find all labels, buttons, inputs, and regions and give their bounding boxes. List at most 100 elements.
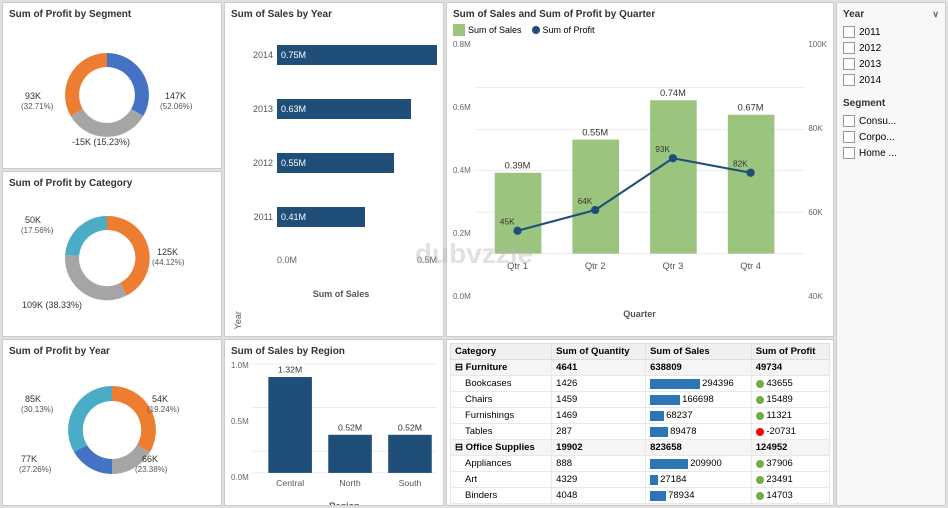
cell-chairs-profit: 15489 [751, 392, 829, 408]
year-dropdown-icon[interactable]: ∨ [932, 9, 939, 20]
cell-binders-profit: 14703 [751, 488, 829, 504]
cell-total-name: Total [451, 504, 552, 506]
x-label-0: 0.0M [277, 255, 297, 265]
x-label-qtr1: Qtr 1 [507, 261, 528, 271]
row-office-supplies: ⊟ Office Supplies 19902 823658 124952 [451, 440, 830, 456]
cell-appliances-qty: 888 [552, 456, 646, 472]
seg-sublabel-1: (32.71%) [21, 102, 54, 111]
filter-seg-corporate[interactable]: Corpo... [843, 129, 939, 145]
col-sales: Sum of Sales [646, 344, 752, 360]
region-chart-svg: 1.32M 0.52M 0.52M Central North South [252, 361, 437, 498]
checkbox-2011[interactable] [843, 26, 855, 38]
seg-consumer-label: Consu... [859, 116, 896, 127]
cell-office-supplies-profit: 124952 [751, 440, 829, 456]
checkbox-2012[interactable] [843, 42, 855, 54]
filter-year-title: Year ∨ [843, 9, 939, 20]
row-binders: Binders 4048 78934 14703 [451, 488, 830, 504]
checkbox-consumer[interactable] [843, 115, 855, 127]
cell-furniture-profit: 49734 [751, 360, 829, 376]
profit-dot-qtr2 [591, 206, 599, 214]
filter-seg-consumer[interactable]: Consu... [843, 113, 939, 129]
profit-dot-qtr4 [746, 169, 754, 177]
filter-year-2013[interactable]: 2013 [843, 56, 939, 72]
profit-label-qtr1: 45K [500, 218, 515, 227]
year-label-1: 85K [25, 394, 41, 404]
year-sublabel-1: (30.13%) [21, 405, 54, 414]
panel-profit-segment-title: Sum of Profit by Segment [9, 9, 215, 20]
cell-tables-profit: -20731 [751, 424, 829, 440]
bar-south [388, 435, 432, 473]
region-x-central: Central [276, 478, 304, 488]
legend-profit: Sum of Profit [532, 24, 595, 36]
legend-sales-label: Sum of Sales [468, 25, 522, 35]
bar-2012: 0.55M [277, 153, 394, 173]
panel-sales-year: Sum of Sales by Year Year 2014 0.75M 201… [224, 2, 444, 337]
table-body: ⊟ Furniture 4641 638809 49734 Bookcases … [451, 360, 830, 506]
bar-row-2011: 2011 0.41M [245, 202, 437, 232]
col-category: Category [451, 344, 552, 360]
year-label-4: 77K [21, 454, 37, 464]
cell-chairs-sales: 166698 [646, 392, 752, 408]
bar-qtr1 [495, 173, 542, 254]
row-art: Art 4329 27184 23491 [451, 472, 830, 488]
row-tables: Tables 287 89478 -20731 [451, 424, 830, 440]
cell-binders-qty: 4048 [552, 488, 646, 504]
cell-furniture-name: ⊟ Furniture [451, 360, 552, 376]
cell-total-profit: 283240 [751, 504, 829, 506]
sales-year-x-axis-title: Sum of Sales [245, 289, 437, 299]
cell-art-sales: 27184 [646, 472, 752, 488]
checkbox-2013[interactable] [843, 58, 855, 70]
year-2012-label: 2012 [859, 43, 881, 54]
bar-row-2013: 2013 0.63M [245, 94, 437, 124]
bar-label-qtr4: 0.67M [737, 103, 763, 113]
row-total: Total 30354 2348482 283240 [451, 504, 830, 506]
seg-corporate-label: Corpo... [859, 132, 895, 143]
legend-profit-label: Sum of Profit [543, 25, 595, 35]
cell-chairs-qty: 1459 [552, 392, 646, 408]
sales-data-table: Category Sum of Quantity Sum of Sales Su… [450, 343, 830, 506]
region-x-axis-title: Region [252, 501, 437, 506]
panel-filters: Year ∨ 2011 2012 2013 2014 Segment [836, 2, 946, 506]
panel-quarter-title: Sum of Sales and Sum of Profit by Quarte… [453, 9, 827, 20]
cell-appliances-sales: 209900 [646, 456, 752, 472]
year-sublabel-3: (23.38%) [135, 465, 168, 474]
bar-label-2012: 2012 [245, 158, 273, 168]
cell-office-supplies-sales: 823658 [646, 440, 752, 456]
panel-sales-region-title: Sum of Sales by Region [231, 346, 437, 357]
bar-label-2011: 2011 [245, 212, 273, 222]
bar-2014: 0.75M [277, 45, 437, 65]
checkbox-2014[interactable] [843, 74, 855, 86]
checkbox-home[interactable] [843, 147, 855, 159]
filter-year-2012[interactable]: 2012 [843, 40, 939, 56]
donut-segment-chart: 93K (32.71%) 147K (52.06%) -15K (15.23%) [17, 37, 207, 147]
year-2011-label: 2011 [859, 27, 881, 38]
filter-year-2011[interactable]: 2011 [843, 24, 939, 40]
year-label-2: 54K [152, 394, 168, 404]
bar-qtr4 [728, 115, 775, 254]
filter-seg-home[interactable]: Home ... [843, 145, 939, 161]
filter-segment-title: Segment [843, 98, 939, 109]
bar-label-qtr3: 0.74M [660, 88, 686, 98]
bar-north [328, 435, 372, 473]
panel-profit-year: Sum of Profit by Year 54K (19.24%) 85K (… [2, 339, 222, 506]
panel-sales-profit-quarter: Sum of Sales and Sum of Profit by Quarte… [446, 2, 834, 337]
cell-furniture-qty: 4641 [552, 360, 646, 376]
panel-profit-category: Sum of Profit by Category 125K (44.12%) … [2, 171, 222, 338]
bar-north-label: 0.52M [338, 423, 362, 433]
checkbox-corporate[interactable] [843, 131, 855, 143]
cell-office-supplies-qty: 19902 [552, 440, 646, 456]
filter-year-2014[interactable]: 2014 [843, 72, 939, 88]
cell-art-name: Art [451, 472, 552, 488]
year-2014-label: 2014 [859, 75, 881, 86]
bar-label-2014: 2014 [245, 50, 273, 60]
dashboard: dubvzzle Sum of Profit by Segment 93K (3… [0, 0, 948, 508]
cell-furniture-sales: 638809 [646, 360, 752, 376]
cell-furnishings-qty: 1469 [552, 408, 646, 424]
bar-value-2013: 0.63M [277, 104, 306, 114]
col-profit: Sum of Profit [751, 344, 829, 360]
seg-label-3: -15K (15.23%) [72, 137, 130, 147]
bar-label-qtr1: 0.39M [504, 161, 530, 171]
seg-label-2: 147K [165, 91, 186, 101]
row-appliances: Appliances 888 209900 37906 [451, 456, 830, 472]
row-furniture: ⊟ Furniture 4641 638809 49734 [451, 360, 830, 376]
